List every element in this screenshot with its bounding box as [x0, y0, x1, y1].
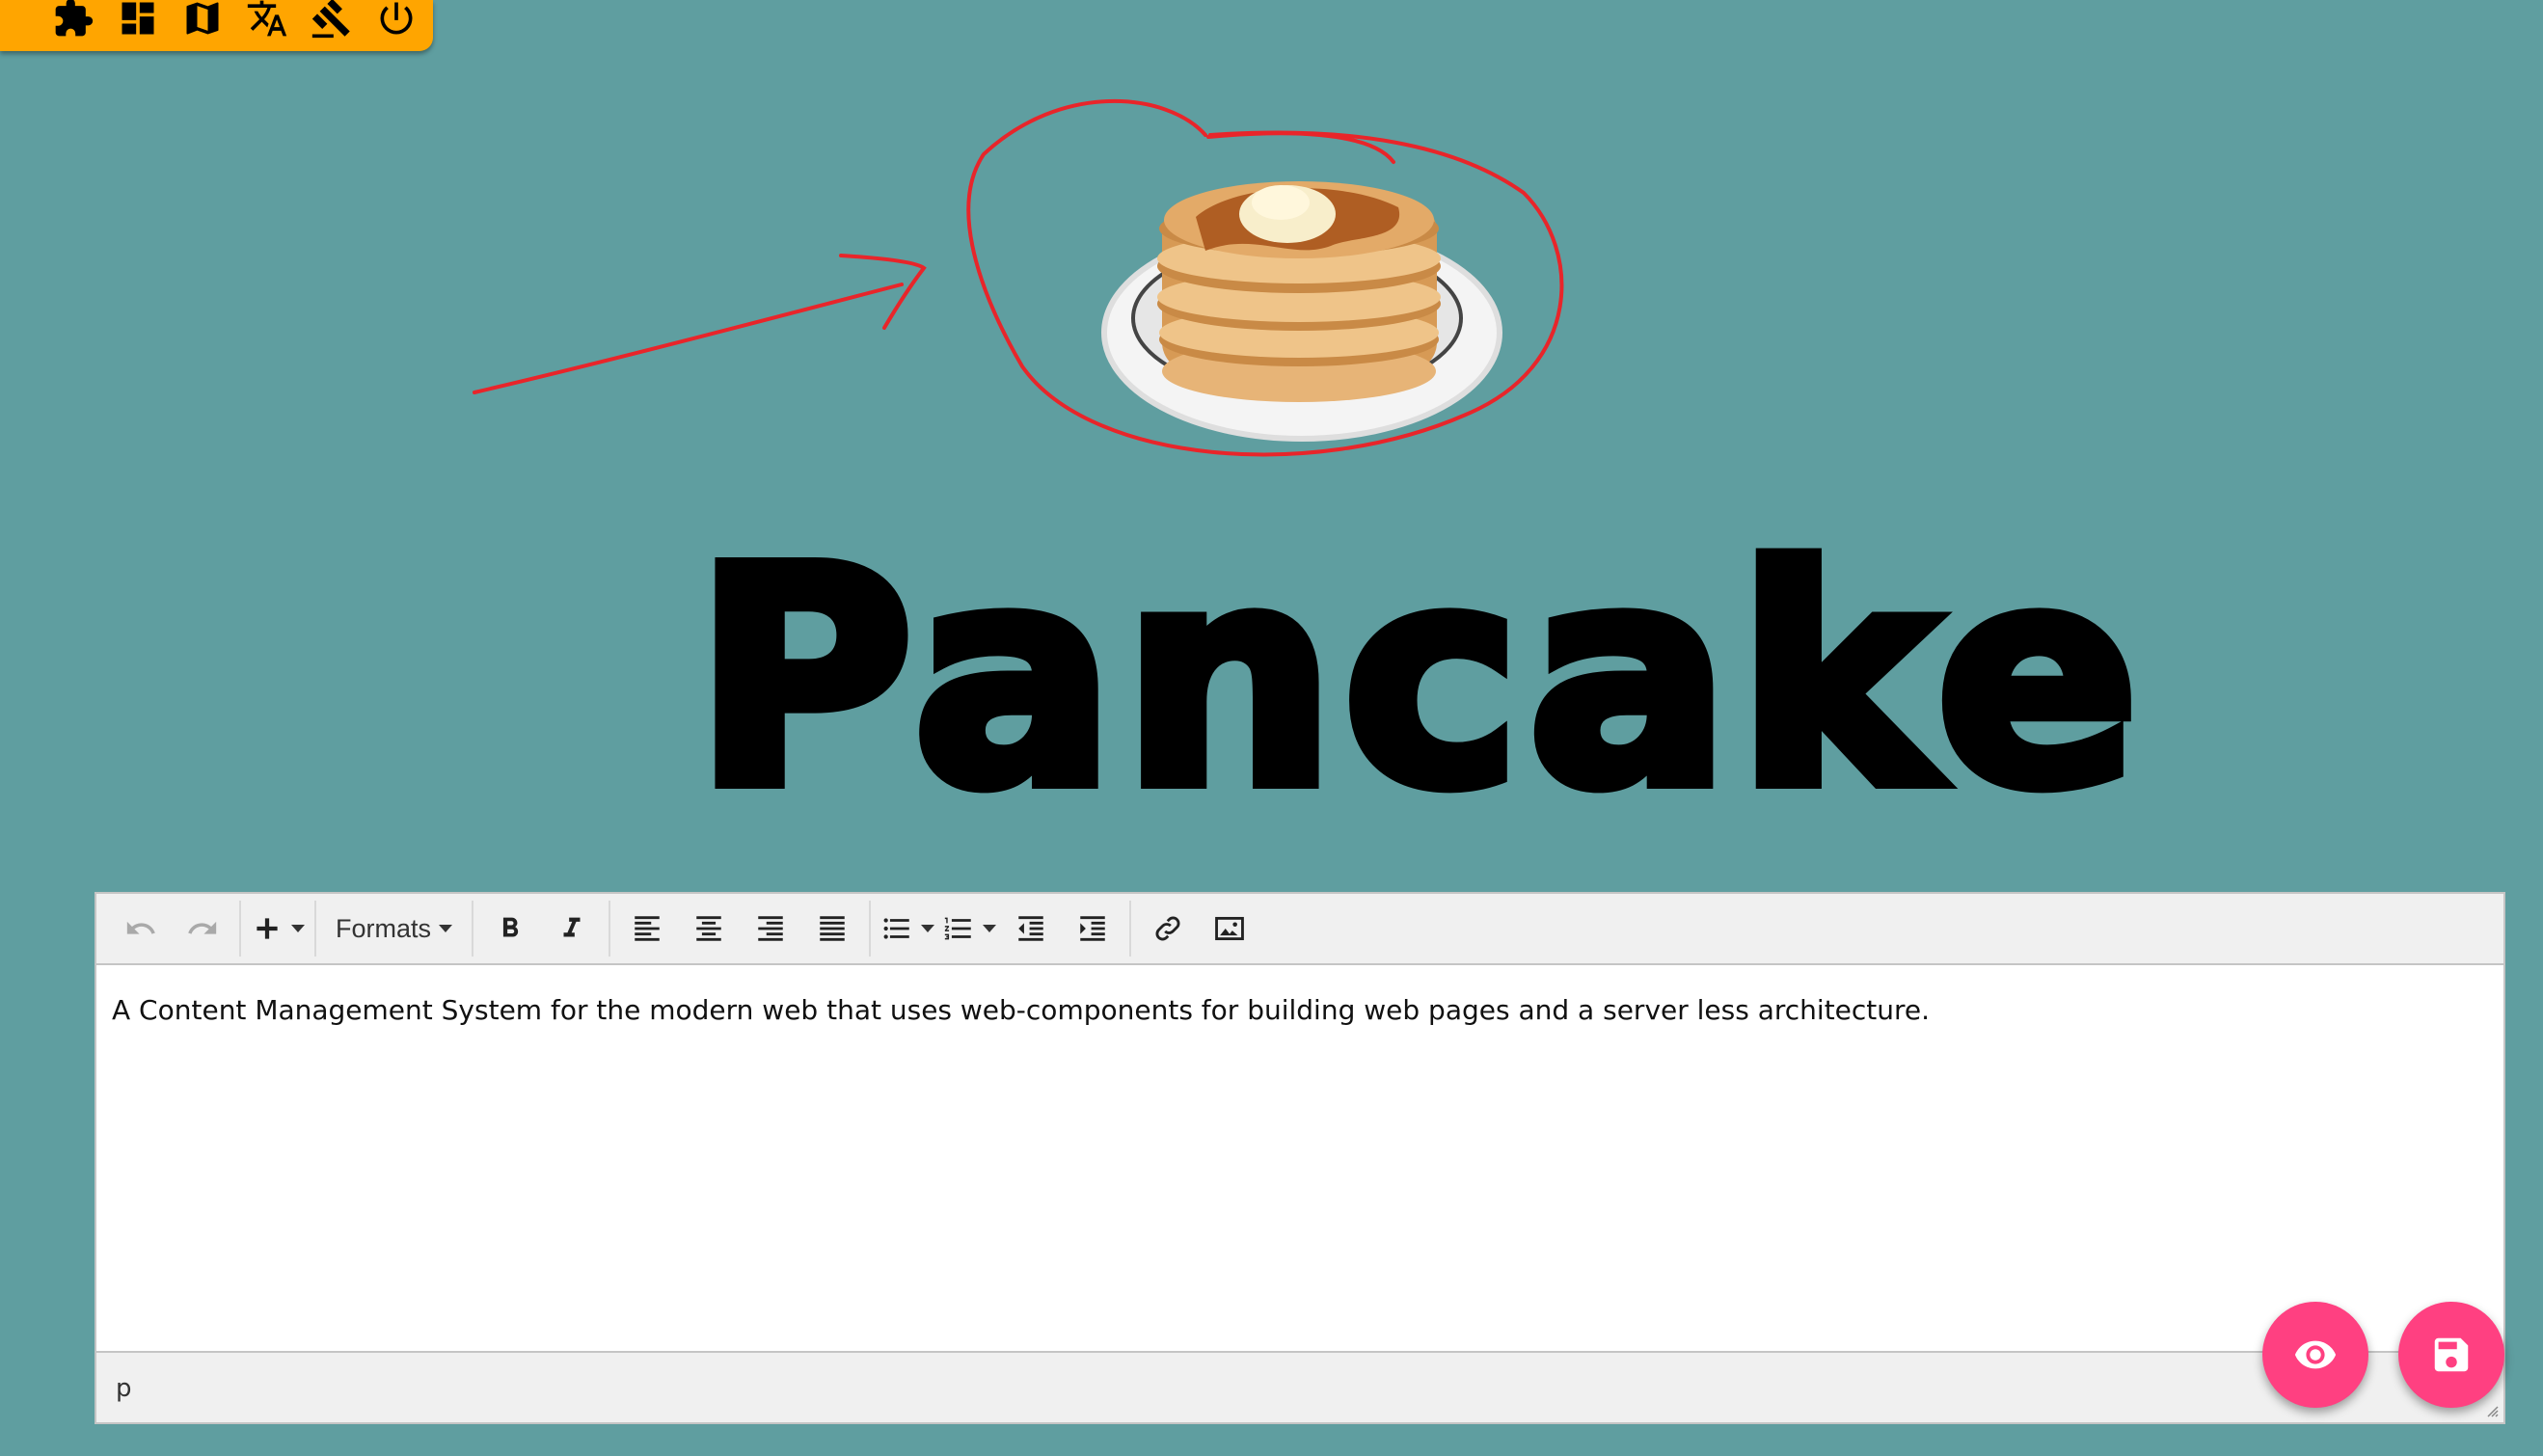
- align-right-icon: [758, 916, 783, 941]
- editor-content-area[interactable]: A Content Management System for the mode…: [96, 965, 2503, 1351]
- preview-button[interactable]: [2262, 1302, 2368, 1408]
- logo-title: Pancake: [688, 505, 2147, 853]
- chevron-down-icon: [983, 925, 997, 932]
- editor-toolbar: Formats: [96, 894, 2503, 965]
- align-center-button[interactable]: [678, 901, 740, 957]
- chevron-down-icon: [921, 925, 935, 932]
- bold-icon: [502, 917, 519, 937]
- element-path[interactable]: p: [116, 1374, 132, 1403]
- undo-button[interactable]: [110, 901, 172, 957]
- bullet-list-button[interactable]: [877, 901, 938, 957]
- redo-button[interactable]: [172, 901, 233, 957]
- save-button[interactable]: [2398, 1302, 2504, 1408]
- chevron-down-icon: [439, 925, 453, 932]
- rich-text-editor: Formats A Content Management System for …: [95, 892, 2505, 1424]
- resize-handle-icon[interactable]: [2484, 1403, 2500, 1418]
- numbered-list-icon: [944, 917, 971, 940]
- bullet-list-icon: [883, 918, 909, 939]
- align-center-icon: [696, 916, 721, 941]
- formats-label: Formats: [336, 913, 432, 943]
- editor-paragraph: A Content Management System for the mode…: [112, 994, 1931, 1026]
- eye-icon: [2294, 1340, 2337, 1369]
- outdent-icon: [1018, 916, 1043, 941]
- insert-menu-button[interactable]: [247, 901, 309, 957]
- pancake-stack-image: [1101, 181, 1502, 442]
- outdent-button[interactable]: [1000, 901, 1062, 957]
- align-right-button[interactable]: [740, 901, 801, 957]
- save-disk-icon: [2434, 1337, 2469, 1372]
- link-button[interactable]: [1137, 901, 1199, 957]
- indent-button[interactable]: [1062, 901, 1123, 957]
- plus-icon: [257, 918, 278, 939]
- redo-icon: [188, 921, 217, 934]
- link-icon: [1155, 916, 1180, 941]
- align-left-button[interactable]: [616, 901, 678, 957]
- align-justify-icon: [820, 916, 845, 941]
- numbered-list-button[interactable]: [938, 901, 1000, 957]
- image-button[interactable]: [1199, 901, 1260, 957]
- editor-statusbar: p: [96, 1351, 2503, 1422]
- italic-icon: [563, 917, 581, 937]
- justify-button[interactable]: [801, 901, 863, 957]
- bold-button[interactable]: [479, 901, 541, 957]
- image-icon: [1215, 916, 1244, 941]
- align-left-icon: [635, 916, 660, 941]
- annotation-arrow: [473, 283, 904, 394]
- formats-dropdown[interactable]: Formats: [322, 901, 466, 957]
- undo-icon: [126, 921, 155, 934]
- italic-button[interactable]: [541, 901, 603, 957]
- chevron-down-icon: [291, 925, 305, 932]
- indent-icon: [1080, 916, 1105, 941]
